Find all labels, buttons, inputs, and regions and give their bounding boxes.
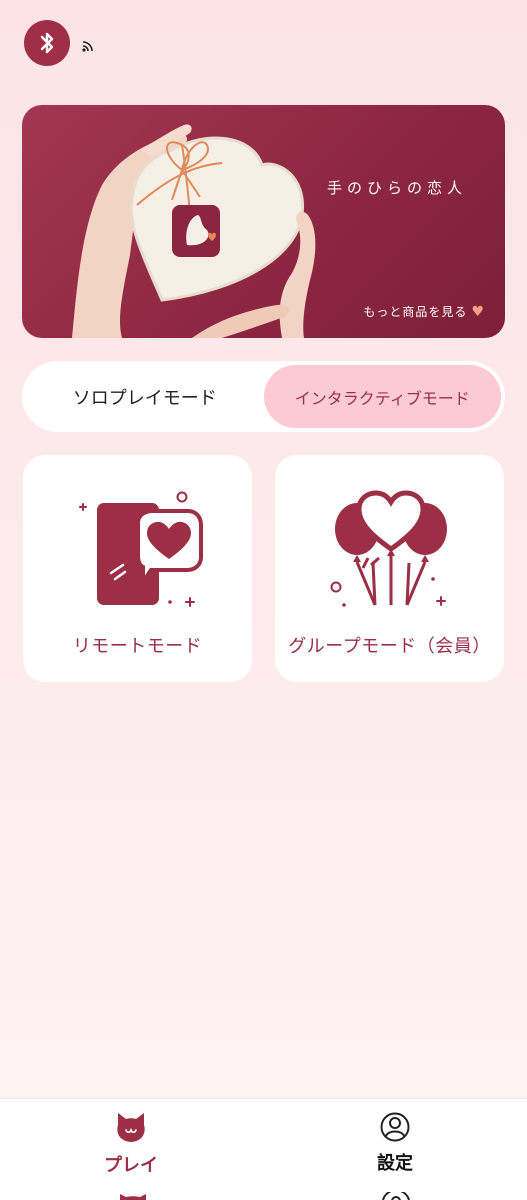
bottom-nav: プレイ 設定 <box>0 1098 527 1200</box>
banner-more-label: もっと商品を見る <box>363 305 468 319</box>
top-bar <box>24 20 94 66</box>
bluetooth-button[interactable] <box>24 20 70 66</box>
heart-balloons-icon <box>330 490 447 607</box>
nav-item-play[interactable]: プレイ <box>71 1111 191 1177</box>
cat-icon-peek <box>120 1194 146 1200</box>
tab-solo-play[interactable]: ソロプレイモード <box>26 365 264 428</box>
tab-interactive[interactable]: インタラクティブモード <box>263 365 501 428</box>
remote-mode-card[interactable]: リモートモード <box>23 455 252 682</box>
phone-heart-icon <box>79 491 203 607</box>
nav-label-play: プレイ <box>104 1155 158 1176</box>
banner-title: 手のひらの恋人 <box>326 179 467 197</box>
banner-more-link[interactable]: もっと商品を見る ♥ <box>363 303 485 320</box>
group-mode-label: グループモード（会員） <box>288 636 491 657</box>
user-icon-peek <box>382 1192 410 1200</box>
group-mode-card[interactable]: グループモード（会員） <box>275 455 504 682</box>
heart-icon: ♥ <box>471 303 485 320</box>
bluetooth-icon <box>40 32 54 54</box>
remote-mode-label: リモートモード <box>72 636 203 657</box>
user-icon <box>380 1112 410 1142</box>
mode-switch: ソロプレイモード インタラクティブモード <box>22 361 505 432</box>
nav-label-settings: 設定 <box>377 1153 413 1174</box>
cat-icon <box>117 1113 145 1142</box>
signal-icon <box>82 41 93 52</box>
nav-item-settings[interactable]: 設定 <box>335 1111 455 1175</box>
promo-banner[interactable]: 手のひらの恋人 もっと商品を見る ♥ <box>22 105 505 338</box>
